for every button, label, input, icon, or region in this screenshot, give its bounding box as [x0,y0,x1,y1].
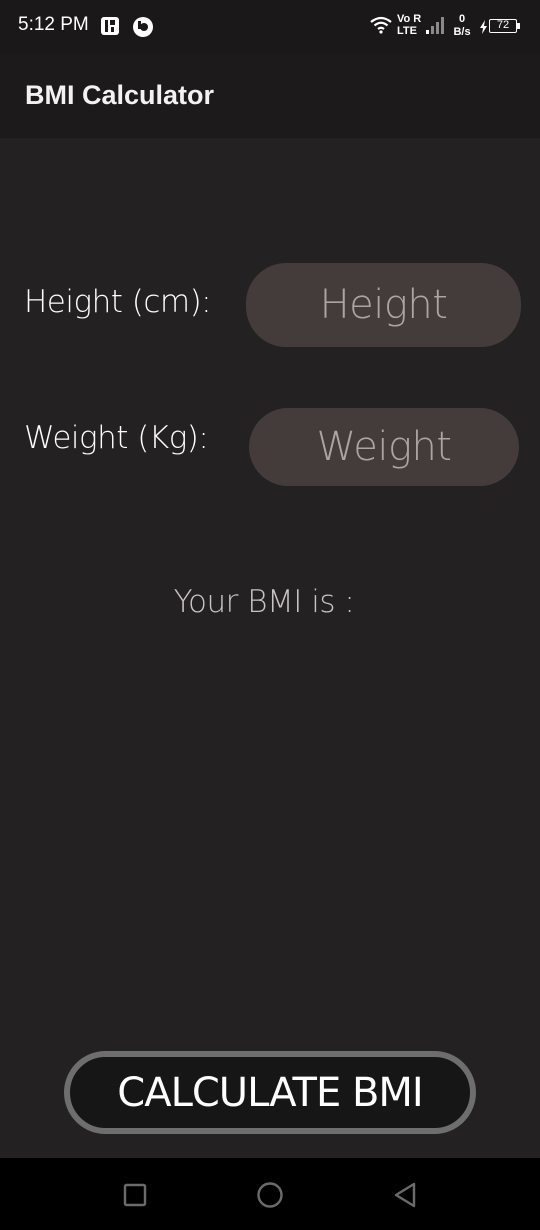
signal-icon [425,16,445,38]
battery-tip [517,23,520,29]
volte-indicator: Vo R LTE [397,13,421,37]
weight-input[interactable] [249,408,519,486]
net-speed-unit: B/s [453,26,471,38]
app-bar: BMI Calculator [0,54,540,138]
calculate-bmi-button[interactable]: CALCULATE BMI [64,1051,476,1134]
weight-label: Weight (Kg): [24,420,209,456]
volte-top: Vo R [397,13,422,25]
wifi-icon [370,16,392,38]
battery-icon: 72 [489,19,517,33]
net-speed-value: 0 [458,13,466,25]
network-speed: 0 B/s [450,13,474,39]
charging-icon [479,19,488,38]
recents-square-icon[interactable] [120,1180,150,1210]
home-circle-icon[interactable] [255,1180,285,1210]
status-time: 5:12 PM [18,14,89,35]
navigation-bar [0,1158,540,1230]
circle-app-icon [132,16,154,42]
notification-app-icon [100,16,120,40]
bmi-result-text: Your BMI is : [173,584,355,620]
height-input[interactable] [246,263,521,347]
volte-bottom: LTE [397,25,417,37]
app-title: BMI Calculator [25,80,215,110]
back-triangle-icon[interactable] [390,1180,420,1210]
status-bar: 5:12 PM Vo R LTE 0 B/s 72 [0,0,540,54]
height-label: Height (cm): [24,284,212,320]
